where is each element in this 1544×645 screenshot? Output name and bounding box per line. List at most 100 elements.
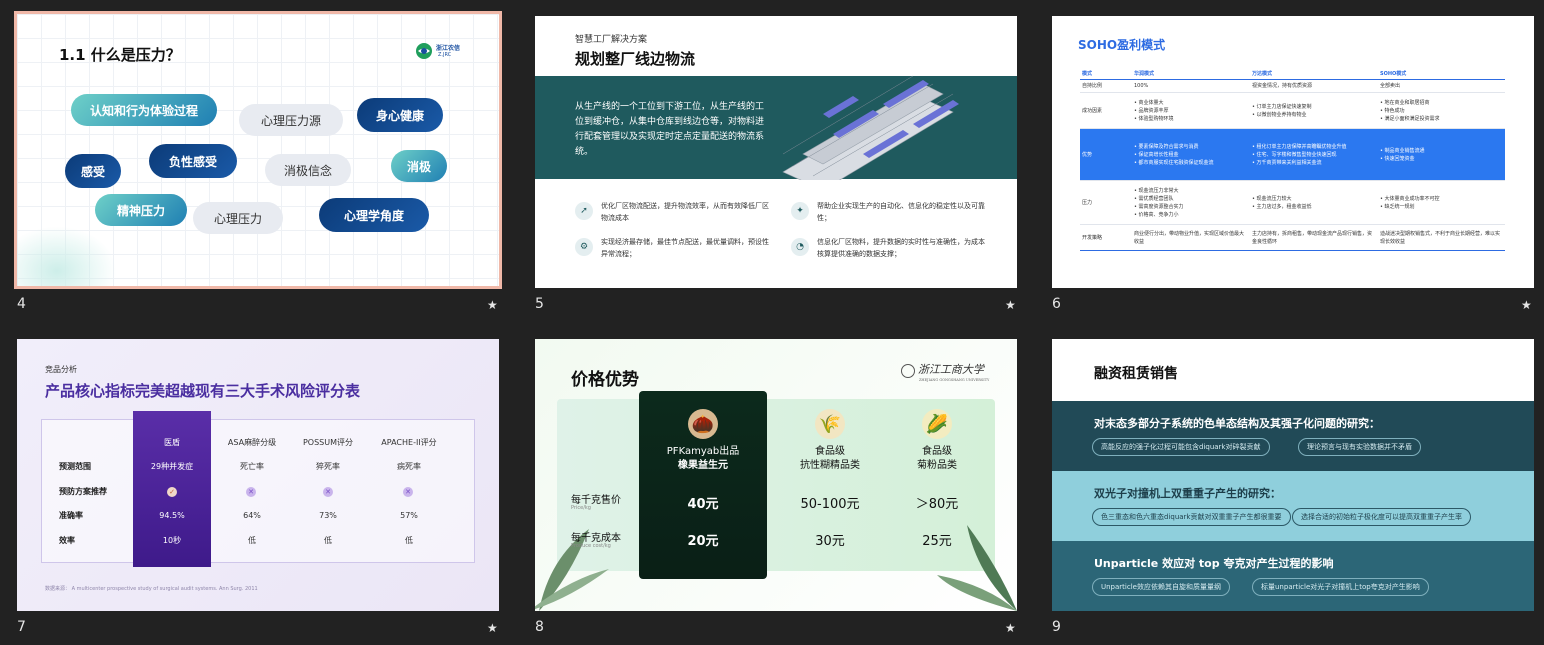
price-value: 40元 [687, 497, 719, 512]
price-value: 50-100元 [800, 497, 860, 512]
table-cell: • 要素保障及符合需求与消费 • 保证高增长性租金 • 都市商服实现住宅融资保证… [1132, 128, 1250, 181]
corn-icon: 🌽 [922, 409, 952, 439]
table-row: 压力 • 现金流压力非常大 • 需优质经营团队 • 需高度资源整合实力 • 价格… [1080, 180, 1505, 225]
column-header: 食品级 菊粉品类 [917, 446, 957, 471]
table-row: 自持比例 100% 视资金情况，持有优质资源 全部卖出 [1080, 79, 1505, 93]
concept-pill: 消极信念 [265, 154, 351, 186]
comparison-table: 模式 华润模式 万达模式 SOHO模式 自持比例 100% 视资金情况，持有优质… [1080, 68, 1505, 251]
concept-pill: 感受 [65, 154, 121, 188]
table-cell: • 制品商业销售流通 • 快速回笼资金 [1378, 128, 1505, 181]
column-header: POSSUM评分 [302, 438, 354, 447]
slide-sorter-grid: 1.1 什么是压力？ 浙江农信 Z.JRC 认知和行为体验过程 心理压力源 身心… [0, 0, 1544, 645]
table-cell: 全部卖出 [1378, 79, 1505, 93]
feature-text: 实现经济最存储，最佳节点配送，最优量调料，预设性异常流程； [601, 238, 769, 258]
slide-title: 规划整厂线边物流 [575, 50, 696, 68]
table-row: 成功因素 • 商业体量大 • 品牌资源丰厚 • 体验型购物环境 • 订单主力店保… [1080, 92, 1505, 129]
star-icon[interactable]: ★ [1005, 298, 1016, 312]
slide-thumbnail-5[interactable]: 智慧工厂解决方案 规划整厂线边物流 从生产线的一个工位到下游工位，从生产线的工位… [535, 16, 1017, 288]
table-cell: 73% [319, 511, 337, 520]
table-cell: • 地在商业和职居招商 • 特色成功 • 满足小面积满足投资需求 [1378, 92, 1505, 129]
table-cell: • 现金流压力较大 • 主力店过多，租金收益低 [1250, 180, 1378, 225]
cost-value: 20元 [687, 534, 719, 549]
row-label: 每千克售价 [571, 495, 621, 506]
column-header: PFKamyab出品 橡果益生元 [666, 446, 740, 471]
table-cell: 29种并发症 [150, 462, 194, 471]
table-cell: 商业便行分出，带动物业升值，实现区域价值最大收益 [1132, 224, 1250, 251]
concept-pill: 精神压力 [95, 194, 187, 226]
slide-number: 9 [1052, 619, 1061, 635]
slide-subtitle: 智慧工厂解决方案 [575, 35, 648, 45]
slide-thumbnail-6[interactable]: SOHO盈利模式 模式 华润模式 万达模式 SOHO模式 自持比例 100% 视… [1052, 16, 1534, 288]
row-label: 预测范围 [59, 462, 91, 471]
tag-pill: 理论预言与现有实验数据并不矛盾 [1298, 438, 1421, 456]
section-band [1052, 541, 1534, 611]
star-icon[interactable]: ★ [1521, 298, 1532, 312]
feature-text: 优化厂区物流配送，提升物流效率，从而有效降低厂区物流成本 [601, 202, 769, 222]
row-label: 成功因素 [1080, 92, 1132, 129]
table-header: 模式 [1080, 68, 1132, 80]
concept-pill: 消极 [391, 150, 447, 182]
table-cell: 迪战迷决型期权销售式，不利于商业长期经营，难以实现长效收益 [1378, 224, 1505, 251]
section-heading: Unparticle 效应对 top 夸克对产生过程的影响 [1094, 557, 1334, 570]
table-cell: 低 [405, 536, 413, 545]
university-logo: 浙江工商大学 ZHEJIANG GONGSHANG UNIVERSITY [901, 361, 989, 382]
table-row: 开发策略 商业便行分出，带动物业升值，实现区域价值最大收益 主力店持有，拆商租售… [1080, 224, 1505, 251]
slide-thumbnail-4[interactable]: 1.1 什么是压力？ 浙江农信 Z.JRC 认知和行为体验过程 心理压力源 身心… [14, 11, 502, 289]
row-label: 开发策略 [1080, 224, 1132, 251]
table-cell: • 订单主力店保证快速复制 • 以微创物业养持有物业 [1250, 92, 1378, 129]
table-header: 华润模式 [1132, 68, 1250, 80]
table-cell: 64% [243, 511, 261, 520]
robot-icon: ⚙ [575, 238, 593, 256]
star-icon[interactable]: ★ [1005, 621, 1016, 635]
table-cell: 57% [400, 511, 418, 520]
table-cell: 低 [324, 536, 332, 545]
section-band [1052, 401, 1534, 471]
slide-thumbnail-7[interactable]: 竞品分析 产品核心指标完美超越现有三大手术风险评分表 医盾 ASA麻醉分级 PO… [17, 339, 499, 611]
star-icon[interactable]: ★ [487, 621, 498, 635]
slide-subtitle: 竞品分析 [45, 365, 77, 374]
feature-text: 信息化厂区物料，提升数据的实时性与准确性，为成本核算提供准确的数据支撑； [817, 238, 985, 258]
tag-pill: 选择合适的初始粒子极化度可以提高双重重子产生率 [1292, 508, 1471, 526]
column-header: 医盾 [164, 438, 180, 447]
check-icon: ✓ [167, 487, 177, 497]
slide-thumbnail-8[interactable]: 价格优势 浙江工商大学 ZHEJIANG GONGSHANG UNIVERSIT… [535, 339, 1017, 611]
row-sublabel: Produce cost/kg [571, 543, 611, 549]
row-label: 效率 [59, 536, 75, 545]
concept-pill: 心理压力源 [239, 104, 343, 136]
table-cell: 10秒 [162, 536, 182, 545]
star-icon[interactable]: ★ [487, 298, 498, 312]
cost-value: 30元 [815, 534, 845, 549]
slide-number: 8 [535, 619, 544, 635]
slide-thumbnail-9[interactable]: 融资租赁销售 对末态多部分子系统的色单态结构及其强子化问题的研究： 高能反应的强… [1052, 339, 1534, 611]
table-cell: 病死率 [397, 462, 421, 471]
source-note: 数据来源： A multicenter prospective study of… [45, 586, 258, 592]
table-cell: 视资金情况，持有优质资源 [1250, 79, 1378, 93]
concept-pill: 认知和行为体验过程 [71, 94, 217, 126]
slide-title: 产品核心指标完美超越现有三大手术风险评分表 [45, 382, 361, 400]
factory-illustration [782, 75, 959, 180]
slide-number: 4 [17, 296, 26, 312]
table-cell: • 商业体量大 • 品牌资源丰厚 • 体验型购物环境 [1132, 92, 1250, 129]
row-sublabel: Price/kg [571, 505, 591, 511]
slide-title: 融资租赁销售 [1094, 366, 1178, 382]
slide-title: 价格优势 [571, 370, 639, 390]
tag-pill: 色三重态和色六重态diquark贡献对双重重子产生都很重要 [1092, 508, 1291, 526]
row-label: 准确率 [59, 511, 83, 520]
table-cell: • 租化订单主力店保障并高瞻瞩优物业升值 • 住宅、写字楼和微售型物业快速回现 … [1250, 128, 1378, 181]
tag-pill: 标量unparticle对光子对撞机上top夸克对产生影响 [1252, 578, 1429, 596]
cross-icon: ✕ [246, 487, 256, 497]
pie-icon: ◔ [791, 238, 809, 256]
slide-number: 5 [535, 296, 544, 312]
table-cell: 猝死率 [316, 462, 340, 471]
concept-pill: 负性感受 [149, 144, 237, 178]
slide-number: 7 [17, 619, 26, 635]
wheat-icon: 🌾 [815, 409, 845, 439]
section-band [1052, 471, 1534, 541]
cost-value: 25元 [922, 534, 952, 549]
zjrc-logo: 浙江农信 Z.JRC [415, 42, 467, 62]
decorative-blob [17, 226, 117, 286]
cross-icon: ✕ [403, 487, 413, 497]
network-icon: ✦ [791, 202, 809, 220]
column-header: ASA麻醉分级 [227, 438, 277, 447]
acorn-icon: 🌰 [688, 409, 718, 439]
